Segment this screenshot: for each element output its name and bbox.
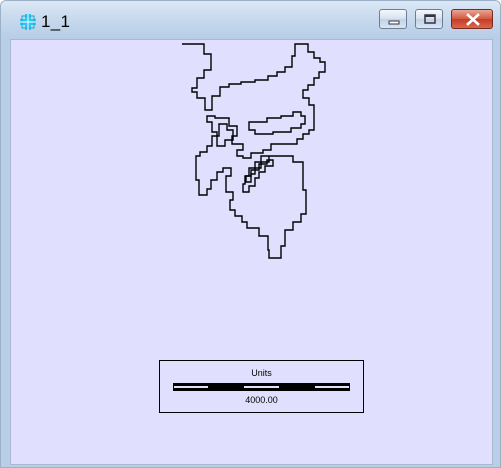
map-window: 1_1 Units 4000.00 — [0, 0, 501, 468]
maximize-button[interactable] — [415, 9, 443, 29]
map-polygon[interactable] — [242, 159, 274, 193]
map-polygon[interactable] — [248, 111, 306, 135]
minimize-button[interactable] — [379, 9, 407, 29]
layer-grid-icon — [20, 14, 36, 30]
scale-bar-graphic — [173, 383, 350, 391]
minimize-icon — [388, 20, 400, 25]
title-bar[interactable]: 1_1 — [1, 1, 500, 39]
scale-bar: Units 4000.00 — [159, 360, 364, 413]
map-polygon[interactable] — [216, 123, 234, 147]
scale-bar-value: 4000.00 — [245, 395, 278, 405]
scale-bar-title: Units — [251, 368, 272, 378]
close-button[interactable] — [451, 9, 493, 29]
map-polygon[interactable] — [182, 43, 326, 259]
window-title: 1_1 — [41, 12, 71, 31]
close-icon — [466, 13, 480, 26]
map-canvas[interactable]: Units 4000.00 — [10, 39, 493, 465]
maximize-icon — [424, 14, 436, 24]
